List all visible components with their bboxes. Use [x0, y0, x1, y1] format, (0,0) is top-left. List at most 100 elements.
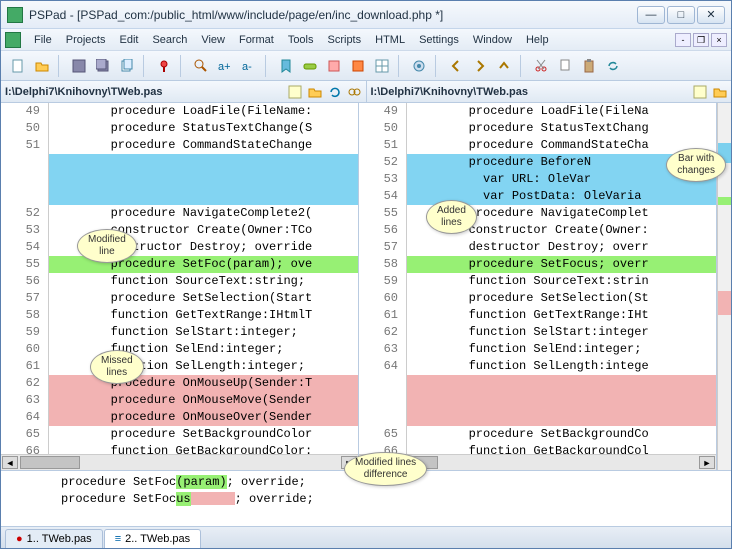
- maximize-button[interactable]: □: [667, 6, 695, 24]
- code-row[interactable]: 61 function SelLength:integer;: [1, 358, 358, 375]
- code-row[interactable]: 50 procedure StatusTextChange(S: [1, 120, 358, 137]
- code-row[interactable]: 61 function GetTextRange:IHt: [359, 307, 716, 324]
- close-button[interactable]: ✕: [697, 6, 725, 24]
- next-diff-icon[interactable]: [469, 55, 491, 77]
- code-row[interactable]: 64 function SelLength:intege: [359, 358, 716, 375]
- menu-scripts[interactable]: Scripts: [321, 31, 369, 49]
- menu-view[interactable]: View: [194, 31, 232, 49]
- code-row[interactable]: 54 destructor Destroy; override: [1, 239, 358, 256]
- code-row[interactable]: 59 function SourceText:strin: [359, 273, 716, 290]
- menu-tools[interactable]: Tools: [281, 31, 321, 49]
- find-icon[interactable]: [190, 55, 212, 77]
- code-row[interactable]: [359, 392, 716, 409]
- mdi-minimize-button[interactable]: -: [675, 33, 691, 47]
- paste-icon[interactable]: [578, 55, 600, 77]
- code-row[interactable]: 62 function SelStart:integer: [359, 324, 716, 341]
- code-row[interactable]: [1, 171, 358, 188]
- code-row[interactable]: 52 procedure NavigateComplete2(: [1, 205, 358, 222]
- grid-icon[interactable]: [371, 55, 393, 77]
- code-row[interactable]: 56 function SourceText:string;: [1, 273, 358, 290]
- code-row[interactable]: 65 procedure SetBackgroundCo: [359, 426, 716, 443]
- code-row[interactable]: 49 procedure LoadFile(FileNa: [359, 103, 716, 120]
- code-row[interactable]: [1, 154, 358, 171]
- sync-icon[interactable]: [602, 55, 624, 77]
- line-number: [359, 392, 407, 409]
- code-row[interactable]: 65 procedure SetBackgroundColor: [1, 426, 358, 443]
- pin-icon[interactable]: [153, 55, 175, 77]
- code-row[interactable]: 62 procedure OnMouseUp(Sender:T: [1, 375, 358, 392]
- zoom-in-icon[interactable]: a+: [214, 55, 236, 77]
- menu-help[interactable]: Help: [519, 31, 556, 49]
- mdi-close-button[interactable]: ×: [711, 33, 727, 47]
- line-number: 64: [1, 409, 49, 426]
- copy-icon[interactable]: [116, 55, 138, 77]
- code-row[interactable]: 63 function SelEnd:integer;: [359, 341, 716, 358]
- code-row[interactable]: 64 procedure OnMouseOver(Sender: [1, 409, 358, 426]
- compare-icon[interactable]: [348, 85, 362, 99]
- save-all-icon[interactable]: [92, 55, 114, 77]
- code-row[interactable]: 57 destructor Destroy; overr: [359, 239, 716, 256]
- menu-format[interactable]: Format: [232, 31, 281, 49]
- settings-icon[interactable]: [408, 55, 430, 77]
- up-diff-icon[interactable]: [493, 55, 515, 77]
- line-text: [49, 171, 358, 188]
- code-row[interactable]: 53 var URL: OleVar: [359, 171, 716, 188]
- code-row[interactable]: 60 procedure SetSelection(St: [359, 290, 716, 307]
- refresh-left-icon[interactable]: [328, 85, 342, 99]
- code-row[interactable]: 58 function GetTextRange:IHtmlT: [1, 307, 358, 324]
- menu-file[interactable]: File: [27, 31, 59, 49]
- save-left-icon[interactable]: [288, 85, 302, 99]
- code-row[interactable]: 54 var PostData: OleVaria: [359, 188, 716, 205]
- code-row[interactable]: 59 function SelStart:integer;: [1, 324, 358, 341]
- save-right-icon[interactable]: [693, 85, 707, 99]
- tab-1[interactable]: ●1.. TWeb.pas: [5, 529, 103, 548]
- code-row[interactable]: [1, 188, 358, 205]
- cut-icon[interactable]: [530, 55, 552, 77]
- menu-window[interactable]: Window: [466, 31, 519, 49]
- copy2-icon[interactable]: [554, 55, 576, 77]
- code-row[interactable]: [359, 375, 716, 392]
- code-row[interactable]: 66 function GetBackgroundColor:: [1, 443, 358, 454]
- bookmark-icon[interactable]: [275, 55, 297, 77]
- minimize-button[interactable]: —: [637, 6, 665, 24]
- left-file-path: I:\Delphi7\Knihovny\TWeb.pas: [5, 86, 282, 98]
- code-row[interactable]: [359, 409, 716, 426]
- menu-edit[interactable]: Edit: [112, 31, 145, 49]
- code-row[interactable]: 58 procedure SetFocus; overr: [359, 256, 716, 273]
- left-code[interactable]: 49 procedure LoadFile(FileName:50 proced…: [1, 103, 358, 454]
- code-row[interactable]: 53 constructor Create(Owner:TCo: [1, 222, 358, 239]
- open-file-icon[interactable]: [31, 55, 53, 77]
- code-row[interactable]: 63 procedure OnMouseMove(Sender: [1, 392, 358, 409]
- code-row[interactable]: 50 procedure StatusTextChang: [359, 120, 716, 137]
- options-icon[interactable]: [323, 55, 345, 77]
- open-left-icon[interactable]: [308, 85, 322, 99]
- mdi-restore-button[interactable]: ❐: [693, 33, 709, 47]
- menu-html[interactable]: HTML: [368, 31, 412, 49]
- code-row[interactable]: 56 constructor Create(Owner:: [359, 222, 716, 239]
- right-code[interactable]: 49 procedure LoadFile(FileNa50 procedure…: [359, 103, 716, 454]
- tab-2[interactable]: ≡2.. TWeb.pas: [104, 529, 201, 548]
- code-row[interactable]: 49 procedure LoadFile(FileName:: [1, 103, 358, 120]
- svg-text:a+: a+: [218, 61, 231, 73]
- menu-projects[interactable]: Projects: [59, 31, 113, 49]
- new-file-icon[interactable]: [7, 55, 29, 77]
- prev-diff-icon[interactable]: [445, 55, 467, 77]
- line-text: function SourceText:string;: [49, 273, 358, 290]
- left-hscroll[interactable]: ◄►: [1, 454, 358, 470]
- menu-settings[interactable]: Settings: [412, 31, 466, 49]
- code-row[interactable]: 52 procedure BeforeN: [359, 154, 716, 171]
- code-row[interactable]: 66 function GetBackgroundCol: [359, 443, 716, 454]
- open-right-icon[interactable]: [713, 85, 727, 99]
- toggle-icon[interactable]: [299, 55, 321, 77]
- code-row[interactable]: 51 procedure CommandStateChange: [1, 137, 358, 154]
- code-row[interactable]: 51 procedure CommandStateCha: [359, 137, 716, 154]
- code-row[interactable]: 55 procedure NavigateComplet: [359, 205, 716, 222]
- options2-icon[interactable]: [347, 55, 369, 77]
- save-icon[interactable]: [68, 55, 90, 77]
- code-row[interactable]: 57 procedure SetSelection(Start: [1, 290, 358, 307]
- code-row[interactable]: 55 procedure SetFoc(param); ove: [1, 256, 358, 273]
- code-row[interactable]: 60 function SelEnd:integer;: [1, 341, 358, 358]
- zoom-out-icon[interactable]: a-: [238, 55, 260, 77]
- line-number: 51: [359, 137, 407, 154]
- menu-search[interactable]: Search: [145, 31, 194, 49]
